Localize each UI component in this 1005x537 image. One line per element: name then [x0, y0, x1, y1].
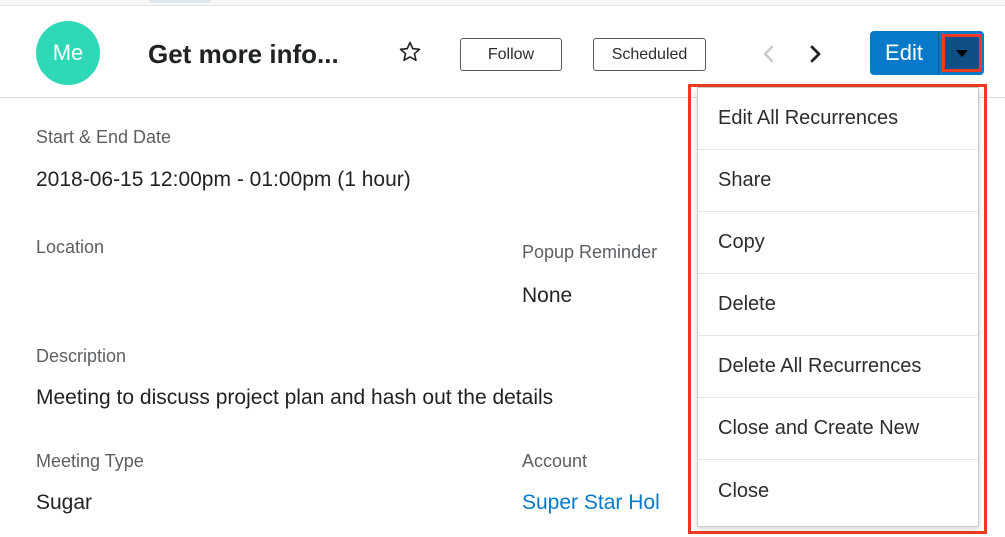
next-record-icon[interactable] [806, 44, 824, 64]
record-title: Get more info... [148, 39, 339, 69]
menu-item-delete[interactable]: Delete [698, 274, 978, 336]
status-button[interactable]: Scheduled [593, 38, 706, 71]
location-label: Location [36, 237, 105, 257]
popup-reminder-value: None [522, 284, 573, 307]
previous-record-icon[interactable] [760, 44, 778, 64]
menu-item-copy[interactable]: Copy [698, 212, 978, 274]
caret-down-icon [956, 49, 968, 57]
actions-dropdown-highlight [942, 34, 982, 72]
start-end-date-label: Start & End Date [36, 127, 172, 147]
meeting-type-value: Sugar [36, 491, 93, 514]
popup-reminder-label: Popup Reminder [522, 242, 658, 262]
description-label: Description [36, 346, 127, 366]
start-end-date-value: 2018-06-15 12:00pm - 01:00pm (1 hour) [36, 168, 411, 191]
meeting-type-label: Meeting Type [36, 451, 144, 471]
account-link[interactable]: Super Star Hol [522, 491, 660, 515]
record-view: Me Get more info... Follow Scheduled Edi… [0, 0, 1005, 537]
edit-button[interactable]: Edit [870, 31, 938, 75]
avatar: Me [36, 21, 100, 85]
account-label: Account [522, 451, 588, 471]
menu-item-edit-all-recurrences[interactable]: Edit All Recurrences [698, 88, 978, 150]
actions-dropdown-button[interactable] [938, 31, 984, 75]
description-value: Meeting to discuss project plan and hash… [36, 386, 554, 409]
menu-item-close-and-create-new[interactable]: Close and Create New [698, 398, 978, 460]
menu-item-delete-all-recurrences[interactable]: Delete All Recurrences [698, 336, 978, 398]
favorite-star-icon[interactable] [398, 40, 422, 64]
follow-button[interactable]: Follow [460, 38, 562, 71]
menu-item-share[interactable]: Share [698, 150, 978, 212]
menu-item-close[interactable]: Close [698, 460, 978, 522]
active-tab-indicator [150, 0, 210, 3]
actions-dropdown-menu: Edit All Recurrences Share Copy Delete D… [697, 87, 979, 527]
